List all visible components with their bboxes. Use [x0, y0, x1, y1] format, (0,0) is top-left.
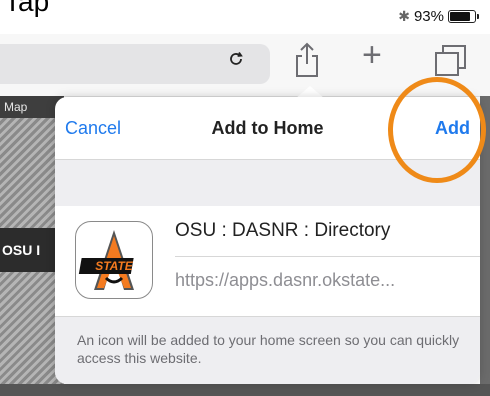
background-page-bottom: [0, 384, 490, 396]
plus-icon[interactable]: +: [362, 38, 382, 72]
dialog-footer: An icon will be added to your home scree…: [55, 316, 480, 384]
map-label: Map: [4, 100, 28, 114]
battery-icon: [448, 10, 479, 23]
battery-percent: 93%: [413, 8, 444, 25]
app-icon-text: STATE: [95, 259, 134, 273]
app-icon: STATE: [75, 221, 153, 299]
status-bar: ✱ 93%: [398, 8, 479, 25]
cancel-button[interactable]: Cancel: [65, 118, 121, 139]
site-url: https://apps.dasnr.okstate...: [175, 270, 396, 290]
highlight-circle: [388, 77, 486, 183]
top-caption: Tap: [4, 0, 50, 17]
osu-label: OSU I: [2, 242, 41, 258]
divider: [175, 256, 480, 257]
bluetooth-icon: ✱: [398, 8, 410, 24]
dialog-body: STATE OSU : DASNR : Directory https://ap…: [55, 206, 480, 316]
site-name-field[interactable]: OSU : DASNR : Directory: [175, 220, 390, 242]
share-icon[interactable]: [294, 42, 320, 83]
footer-text: An icon will be added to your home scree…: [77, 332, 460, 366]
reload-icon[interactable]: [228, 50, 244, 73]
